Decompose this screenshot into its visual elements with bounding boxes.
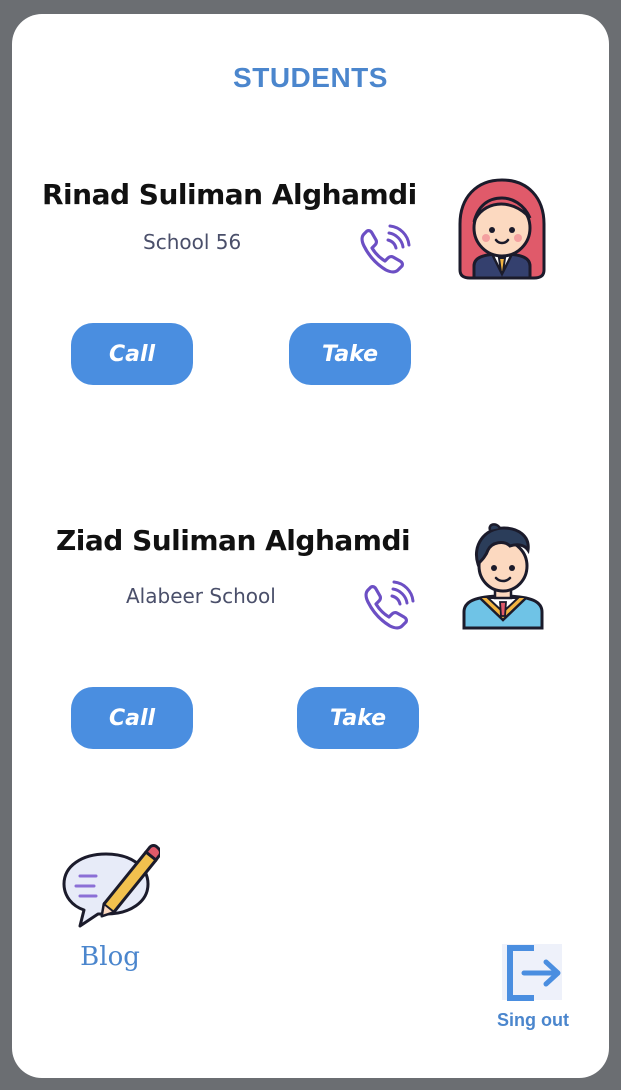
take-button[interactable]: Take <box>297 687 419 749</box>
blog-label: Blog <box>80 942 140 972</box>
logout-icon <box>502 944 562 1001</box>
student-school: School 56 <box>143 230 242 254</box>
device-frame: STUDENTS Rinad Suliman Alghamdi School 5… <box>0 0 621 1090</box>
app-screen: STUDENTS Rinad Suliman Alghamdi School 5… <box>12 14 609 1078</box>
phone-ringing-icon[interactable] <box>356 224 412 276</box>
page-title: STUDENTS <box>233 62 388 93</box>
phone-ringing-icon[interactable] <box>360 580 416 632</box>
call-button[interactable]: Call <box>71 687 193 749</box>
blog-chat-pencil-icon <box>62 844 162 928</box>
student-name: Ziad Suliman Alghamdi <box>56 524 411 557</box>
girl-student-avatar <box>458 178 546 280</box>
signout-label: Sing out <box>497 1010 569 1030</box>
call-button[interactable]: Call <box>71 323 193 385</box>
signout-button[interactable]: Sing out <box>488 940 578 1040</box>
boy-student-avatar <box>462 523 544 630</box>
student-school: Alabeer School <box>126 584 276 608</box>
take-button[interactable]: Take <box>289 323 411 385</box>
student-name: Rinad Suliman Alghamdi <box>42 178 417 211</box>
blog-link[interactable]: Blog <box>60 842 162 980</box>
